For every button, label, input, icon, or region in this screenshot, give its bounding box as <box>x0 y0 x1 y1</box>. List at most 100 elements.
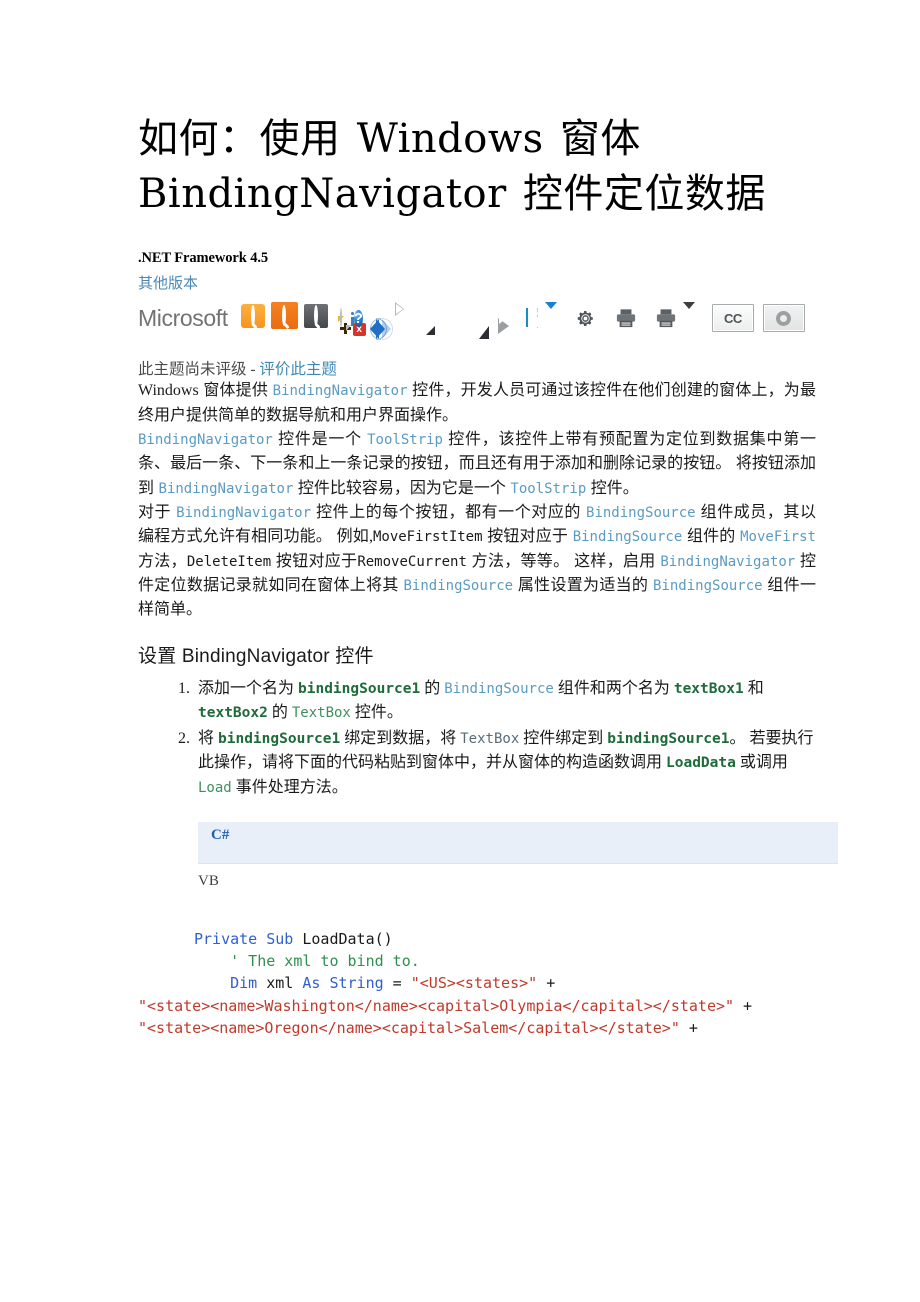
code-token: + <box>679 1018 698 1037</box>
text: 组件和两个名为 <box>553 679 674 697</box>
section-heading: 设置 BindingNavigator 控件 <box>138 645 374 667</box>
text: 控件上的每个按钮，都有一个对应的 <box>311 503 587 521</box>
code-bindingsource1: bindingSource1 <box>607 731 730 748</box>
play-outline-large-icon[interactable] <box>497 310 510 335</box>
intro-paragraph-2: BindingNavigator 控件是一个 ToolStrip 控件，该控件上… <box>138 428 816 501</box>
code-language-tabstrip: C# <box>198 822 838 865</box>
help-question-icon[interactable]: ? <box>353 307 363 330</box>
code-bindingnavigator[interactable]: BindingNavigator <box>159 481 294 497</box>
msdn-toolbar: Microsoft x ? CC <box>138 294 816 341</box>
code-bindingsource[interactable]: BindingSource <box>573 529 683 545</box>
code-bindingnavigator[interactable]: BindingNavigator <box>273 383 408 399</box>
code-bindingsource[interactable]: BindingSource <box>404 578 514 594</box>
rate-topic-link[interactable]: 评价此主题 <box>259 361 337 378</box>
half-triangle-icon[interactable] <box>425 309 435 336</box>
text: 和 <box>743 679 764 697</box>
code-token: + <box>537 974 556 993</box>
code-token: ' The xml to bind to. <box>194 952 420 971</box>
code-textbox1: textBox1 <box>673 680 744 697</box>
code-sample: Private Sub LoadData() ' The xml to bind… <box>138 928 816 1039</box>
document-page: 如何：使用 Windows 窗体 BindingNavigator 控件定位数据… <box>0 0 920 1302</box>
code-token: "<US><states>" <box>410 974 538 993</box>
tab-csharp[interactable]: C# <box>211 827 229 844</box>
text: 的 <box>267 703 292 721</box>
text: Windows 窗体提供 <box>138 382 273 400</box>
code-bindingsource1: bindingSource1 <box>218 731 341 748</box>
cc-button-label: CC <box>723 310 742 326</box>
circle-button[interactable] <box>762 304 805 333</box>
text: 组件的 <box>682 528 741 546</box>
text: 方法， <box>138 552 187 570</box>
microsoft-logo: Microsoft <box>138 304 228 331</box>
code-deleteitem: DeleteItem <box>186 553 272 570</box>
caret-blue-icon[interactable] <box>544 302 557 327</box>
text: 控件比较容易，因为它是一个 <box>293 479 511 497</box>
page-title: 如何：使用 Windows 窗体 BindingNavigator 控件定位数据 <box>138 116 766 218</box>
rating-text: 此主题尚未评级 - <box>138 361 260 379</box>
code-loaddata: LoadData <box>666 755 736 772</box>
code-bindingsource[interactable]: BindingSource <box>586 505 696 521</box>
code-movefirst[interactable]: MoveFirst <box>740 529 816 545</box>
steps-list: 添加一个名为 bindingSource1 的 BindingSource 组件… <box>138 677 816 801</box>
text: 控件。 <box>350 703 403 721</box>
info-balloon-icon[interactable] <box>339 308 354 328</box>
cc-button[interactable]: CC <box>711 304 754 333</box>
code-token: = <box>383 974 411 993</box>
text: 将 <box>198 730 219 748</box>
code-bindingsource[interactable]: BindingSource <box>653 578 763 594</box>
code-textbox[interactable]: TextBox <box>292 705 351 721</box>
print-dropdown-caret-icon[interactable] <box>682 302 695 327</box>
text: 按钮对应于 <box>271 552 358 570</box>
solid-triangle-icon[interactable] <box>478 309 489 340</box>
info-cyan-icon[interactable] <box>525 308 540 328</box>
code-line: ' The xml to bind to. <box>194 950 816 972</box>
text: 方法，等等。 这样，启用 <box>466 552 661 570</box>
text: 按钮对应于 <box>482 528 573 546</box>
list-item: 添加一个名为 bindingSource1 的 BindingSource 组件… <box>194 677 816 726</box>
play-outline-icon[interactable] <box>395 309 404 327</box>
gear-icon[interactable] <box>575 308 596 329</box>
code-token: Dim <box>230 974 267 993</box>
print-options-icon[interactable] <box>655 308 677 328</box>
code-removecurrent: RemoveCurrent <box>357 553 467 570</box>
code-movefirstitem: MoveFirstItem <box>372 529 483 546</box>
code-toolstrip[interactable]: ToolStrip <box>510 481 586 497</box>
print-icon[interactable] <box>615 308 637 328</box>
magnifier-light-orange-icon[interactable] <box>240 303 265 333</box>
text: 控件绑定到 <box>519 730 608 748</box>
code-line: Dim xml As String = "<US><states>" + <box>194 972 816 994</box>
code-bindingnavigator[interactable]: BindingNavigator <box>660 554 795 570</box>
magnifier-dark-orange-icon[interactable] <box>270 302 298 334</box>
text: 的 <box>420 679 445 697</box>
code-line: "<state><name>Washington</name><capital>… <box>138 995 816 1017</box>
magnifier-grey-icon[interactable] <box>303 303 328 333</box>
code-line: Private Sub LoadData() <box>194 928 816 950</box>
code-bindingnavigator[interactable]: BindingNavigator <box>176 505 311 521</box>
list-item: 将 bindingSource1 绑定到数据，将 TextBox 控件绑定到 b… <box>194 727 816 800</box>
code-bindingsource1: bindingSource1 <box>298 680 421 697</box>
text: 绑定到数据，将 <box>340 730 461 748</box>
code-token: "<state><name>Oregon</name><capital>Sale… <box>138 1018 680 1037</box>
code-bindingsource[interactable]: BindingSource <box>444 681 554 697</box>
code-token: Private Sub <box>194 930 303 949</box>
intro-paragraph-1: Windows 窗体提供 BindingNavigator 控件，开发人员可通过… <box>138 379 816 428</box>
tab-vb[interactable]: VB <box>198 873 816 890</box>
text: 控件是一个 <box>272 431 368 448</box>
framework-version: .NET Framework 4.5 <box>138 250 269 267</box>
code-token: LoadData() <box>302 930 393 949</box>
other-versions-link[interactable]: 其他版本 <box>138 272 816 293</box>
code-toolstrip[interactable]: ToolStrip <box>367 432 443 448</box>
code-token: As String <box>302 974 384 993</box>
text: 对于 <box>138 503 177 521</box>
code-load[interactable]: Load <box>198 780 232 796</box>
code-line: "<state><name>Oregon</name><capital>Sale… <box>138 1017 816 1039</box>
code-token: + <box>734 996 753 1015</box>
text: 或调用 <box>735 754 788 772</box>
code-sample-wrapper: Private Sub LoadData() ' The xml to bind… <box>138 928 816 1039</box>
code-textbox: TextBox <box>460 731 520 748</box>
rating-line: 此主题尚未评级 - 评价此主题 <box>138 357 816 379</box>
text: 属性设置为适当的 <box>513 576 654 594</box>
intro-paragraph-3: 对于 BindingNavigator 控件上的每个按钮，都有一个对应的 Bin… <box>138 501 816 623</box>
code-bindingnavigator[interactable]: BindingNavigator <box>138 432 273 448</box>
